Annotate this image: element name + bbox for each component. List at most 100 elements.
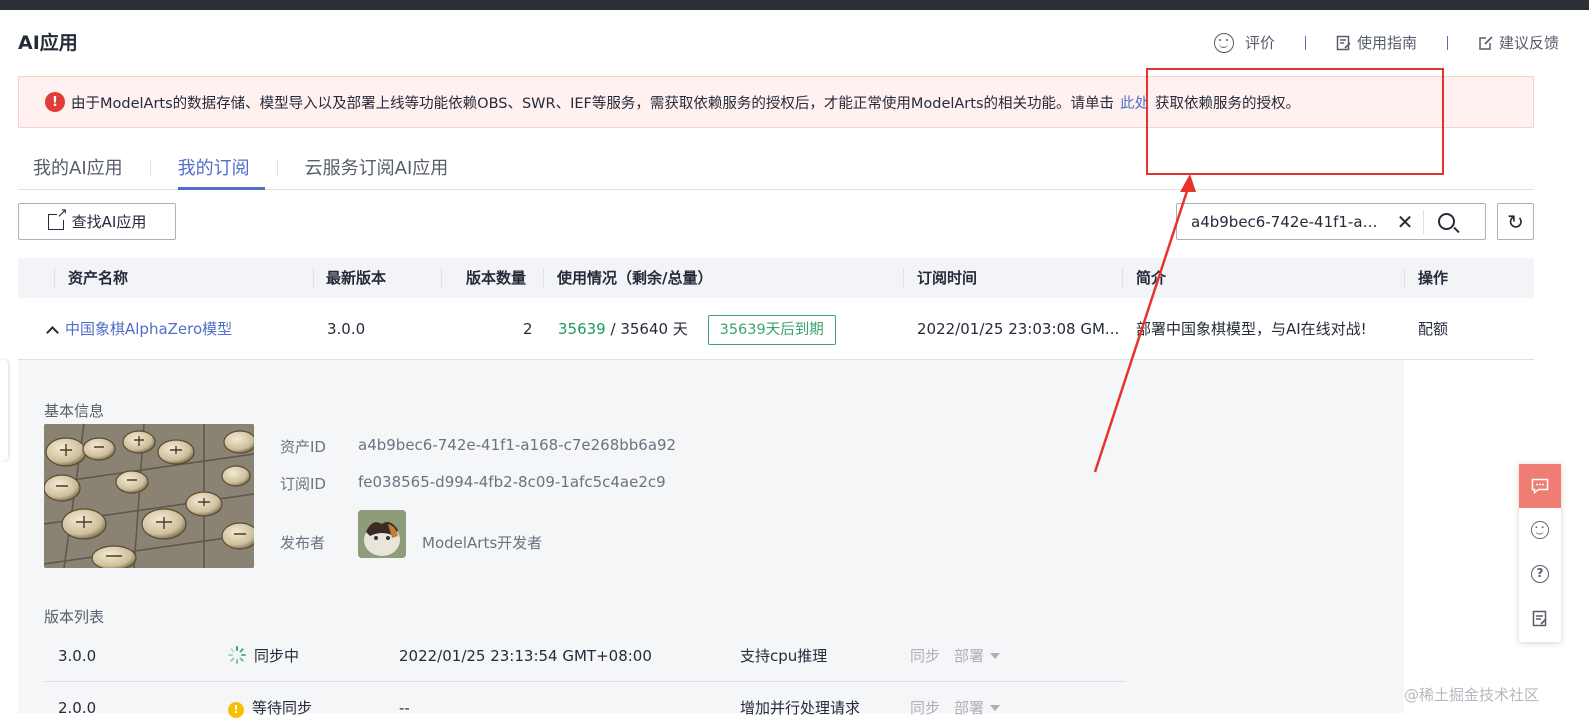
col-usage: 使用情况（剩余/总量）: [557, 269, 713, 287]
chevron-up-icon[interactable]: [46, 326, 59, 339]
annotation-arrow: [1093, 174, 1196, 473]
annotation-highlight-box: [1146, 68, 1444, 175]
table-row: 中国象棋AlphaZero模型 3.0.0 2 35639 / 35640 天 …: [18, 298, 1534, 360]
column-divider: [543, 268, 544, 288]
column-divider: [903, 268, 904, 288]
sync-button[interactable]: 同步: [910, 682, 940, 723]
col-actions: 操作: [1418, 269, 1449, 287]
asset-name-link[interactable]: 中国象棋AlphaZero模型: [65, 320, 232, 338]
header-actions: 评价 使用指南 建议反馈: [1213, 32, 1559, 53]
sync-button[interactable]: 同步: [910, 630, 940, 682]
loading-icon: [228, 646, 246, 664]
floating-toolbar: ?: [1519, 464, 1561, 642]
search-icon: [1437, 213, 1455, 230]
version-number: 3.0.0: [58, 647, 97, 665]
column-divider: [54, 268, 55, 288]
chat-button[interactable]: [1519, 464, 1561, 508]
help-icon: ?: [1531, 565, 1549, 583]
warning-icon: !: [228, 702, 244, 718]
subscription-id-label: 订阅ID: [280, 475, 326, 493]
subscription-id-value: fe038565-d994-4fb2-8c09-1afc5c4ae2c9: [358, 473, 666, 491]
smile-icon: [1213, 32, 1234, 53]
feedback-action[interactable]: 建议反馈: [1478, 32, 1559, 53]
alert-icon: !: [45, 92, 65, 112]
deploy-label: 部署: [954, 647, 985, 665]
table-header: 资产名称 最新版本 版本数量 使用情况（剩余/总量） 订阅时间 简介 操作: [18, 258, 1534, 298]
chess-image: [44, 424, 254, 568]
tab-cloud-subscriptions[interactable]: 云服务订阅AI应用: [290, 148, 464, 189]
asset-id-value: a4b9bec6-742e-41f1-a168-c7e268bb6a92: [358, 436, 677, 454]
guide-label: 使用指南: [1356, 34, 1417, 52]
column-divider: [441, 268, 442, 288]
side-handle[interactable]: [0, 360, 8, 460]
watermark: @稀土掘金技术社区: [1404, 686, 1540, 704]
usage-cell: 35639 / 35640 天 35639天后到期: [558, 298, 836, 360]
feedback-icon: [1479, 35, 1493, 50]
publisher-label: 发布者: [280, 534, 326, 552]
column-divider: [1404, 268, 1405, 288]
external-link-icon: [47, 206, 68, 230]
version-status: ! 等待同步: [228, 682, 312, 723]
search-box[interactable]: a4b9bec6-742e-41f1-a168... ✕: [1176, 203, 1486, 240]
find-ai-app-label: 查找AI应用: [71, 213, 147, 231]
detail-right-blank: [1404, 360, 1534, 713]
caret-down-icon: [990, 653, 1001, 659]
divider: [1446, 35, 1448, 50]
col-subscribe-time: 订阅时间: [917, 269, 978, 287]
publisher-name: ModelArts开发者: [422, 534, 543, 552]
rate-label: 评价: [1244, 34, 1275, 52]
smile-icon: [1531, 521, 1549, 539]
asset-id-label: 资产ID: [280, 438, 326, 456]
basic-info-title: 基本信息: [44, 402, 105, 420]
guide-icon: [1336, 35, 1351, 50]
refresh-button[interactable]: ↻: [1497, 203, 1534, 240]
deploy-dropdown[interactable]: 部署: [954, 630, 1001, 682]
quota-link[interactable]: 配额: [1418, 298, 1448, 360]
tab-divider: [276, 160, 278, 176]
clear-icon[interactable]: ✕: [1387, 210, 1423, 234]
page-title: AI应用: [18, 32, 78, 54]
chat-icon: [1531, 478, 1549, 494]
caret-down-icon: [990, 705, 1001, 711]
version-status: 同步中: [228, 630, 299, 682]
usage-remaining: 35639: [558, 320, 606, 338]
version-status-text: 等待同步: [252, 699, 313, 717]
version-row: 3.0.0 同步中 2022/01/25 23:13:54 GMT+08:00 …: [44, 630, 1126, 682]
usage-total: / 35640 天: [610, 320, 688, 338]
version-status-text: 同步中: [254, 647, 300, 665]
tab-divider: [149, 160, 151, 176]
col-asset-name: 资产名称: [68, 269, 129, 287]
guide-action[interactable]: 使用指南: [1336, 32, 1417, 53]
version-desc: 增加并行处理请求: [740, 699, 861, 717]
search-button[interactable]: [1424, 213, 1468, 230]
rate-button[interactable]: [1519, 508, 1561, 552]
top-bar: [0, 0, 1589, 10]
version-time: 2022/01/25 23:13:54 GMT+08:00: [399, 647, 652, 665]
divider: [1304, 35, 1306, 50]
rate-action[interactable]: 评价: [1213, 32, 1275, 53]
alert-link[interactable]: 此处: [1120, 92, 1149, 113]
alert-text: 由于ModelArts的数据存储、模型导入以及部署上线等功能依赖OBS、SWR、…: [71, 95, 1115, 112]
version-number: 2.0.0: [58, 699, 97, 717]
deploy-dropdown[interactable]: 部署: [954, 682, 1001, 723]
refresh-icon: ↻: [1507, 209, 1524, 234]
find-ai-app-button[interactable]: 查找AI应用: [18, 203, 176, 240]
help-button[interactable]: ?: [1519, 552, 1561, 596]
col-version-count: 版本数量: [466, 269, 527, 287]
deploy-label: 部署: [954, 699, 985, 717]
asset-name-cell: 中国象棋AlphaZero模型: [46, 298, 232, 360]
avatar: [358, 510, 406, 558]
feedback-label: 建议反馈: [1498, 34, 1559, 52]
version-count-cell: 2: [523, 320, 533, 338]
version-time: --: [399, 699, 410, 717]
version-desc: 支持cpu推理: [740, 647, 828, 665]
note-button[interactable]: [1519, 596, 1561, 640]
column-divider: [313, 268, 314, 288]
tab-my-ai-apps[interactable]: 我的AI应用: [18, 148, 138, 189]
version-row: 2.0.0 ! 等待同步 -- 增加并行处理请求 同步 部署: [44, 682, 1126, 723]
tab-my-subscriptions[interactable]: 我的订阅: [163, 148, 265, 190]
expire-badge: 35639天后到期: [707, 315, 836, 345]
version-list-title: 版本列表: [44, 608, 105, 626]
asset-thumbnail: [44, 424, 254, 568]
latest-version-cell: 3.0.0: [327, 320, 366, 338]
